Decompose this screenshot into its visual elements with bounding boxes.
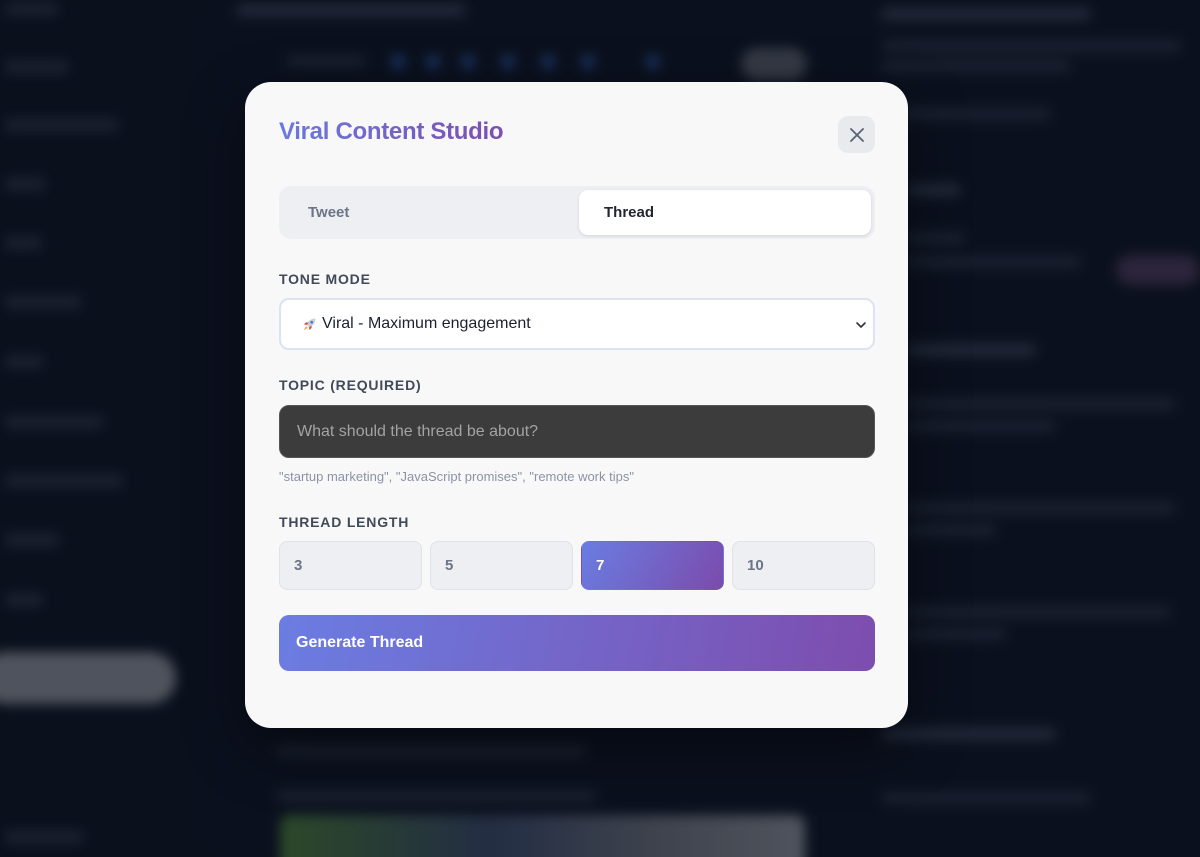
tab-thread[interactable]: Thread xyxy=(579,190,871,235)
tone-mode-select[interactable]: Viral - Maximum engagement xyxy=(279,298,875,350)
thread-length-options: 3 5 7 10 xyxy=(279,541,875,590)
topic-label: TOPIC (REQUIRED) xyxy=(279,377,422,393)
length-option-7[interactable]: 7 xyxy=(581,541,724,590)
content-type-tabs: Tweet Thread xyxy=(279,186,875,239)
length-option-5[interactable]: 5 xyxy=(430,541,573,590)
rocket-icon xyxy=(301,316,318,333)
close-button[interactable] xyxy=(838,116,875,153)
topic-input[interactable] xyxy=(279,405,875,458)
length-option-3[interactable]: 3 xyxy=(279,541,422,590)
thread-length-label: THREAD LENGTH xyxy=(279,514,410,530)
modal-title: Viral Content Studio xyxy=(279,118,504,145)
close-icon xyxy=(849,127,865,143)
generate-thread-button[interactable]: Generate Thread xyxy=(279,615,875,671)
tone-mode-label: TONE MODE xyxy=(279,271,371,287)
topic-hint: "startup marketing", "JavaScript promise… xyxy=(279,469,634,484)
length-option-10[interactable]: 10 xyxy=(732,541,875,590)
tone-mode-value: Viral - Maximum engagement xyxy=(322,315,531,332)
tab-tweet[interactable]: Tweet xyxy=(283,190,575,235)
chevron-down-icon xyxy=(855,318,867,336)
content-studio-modal: Viral Content Studio Tweet Thread TONE M… xyxy=(245,82,908,728)
